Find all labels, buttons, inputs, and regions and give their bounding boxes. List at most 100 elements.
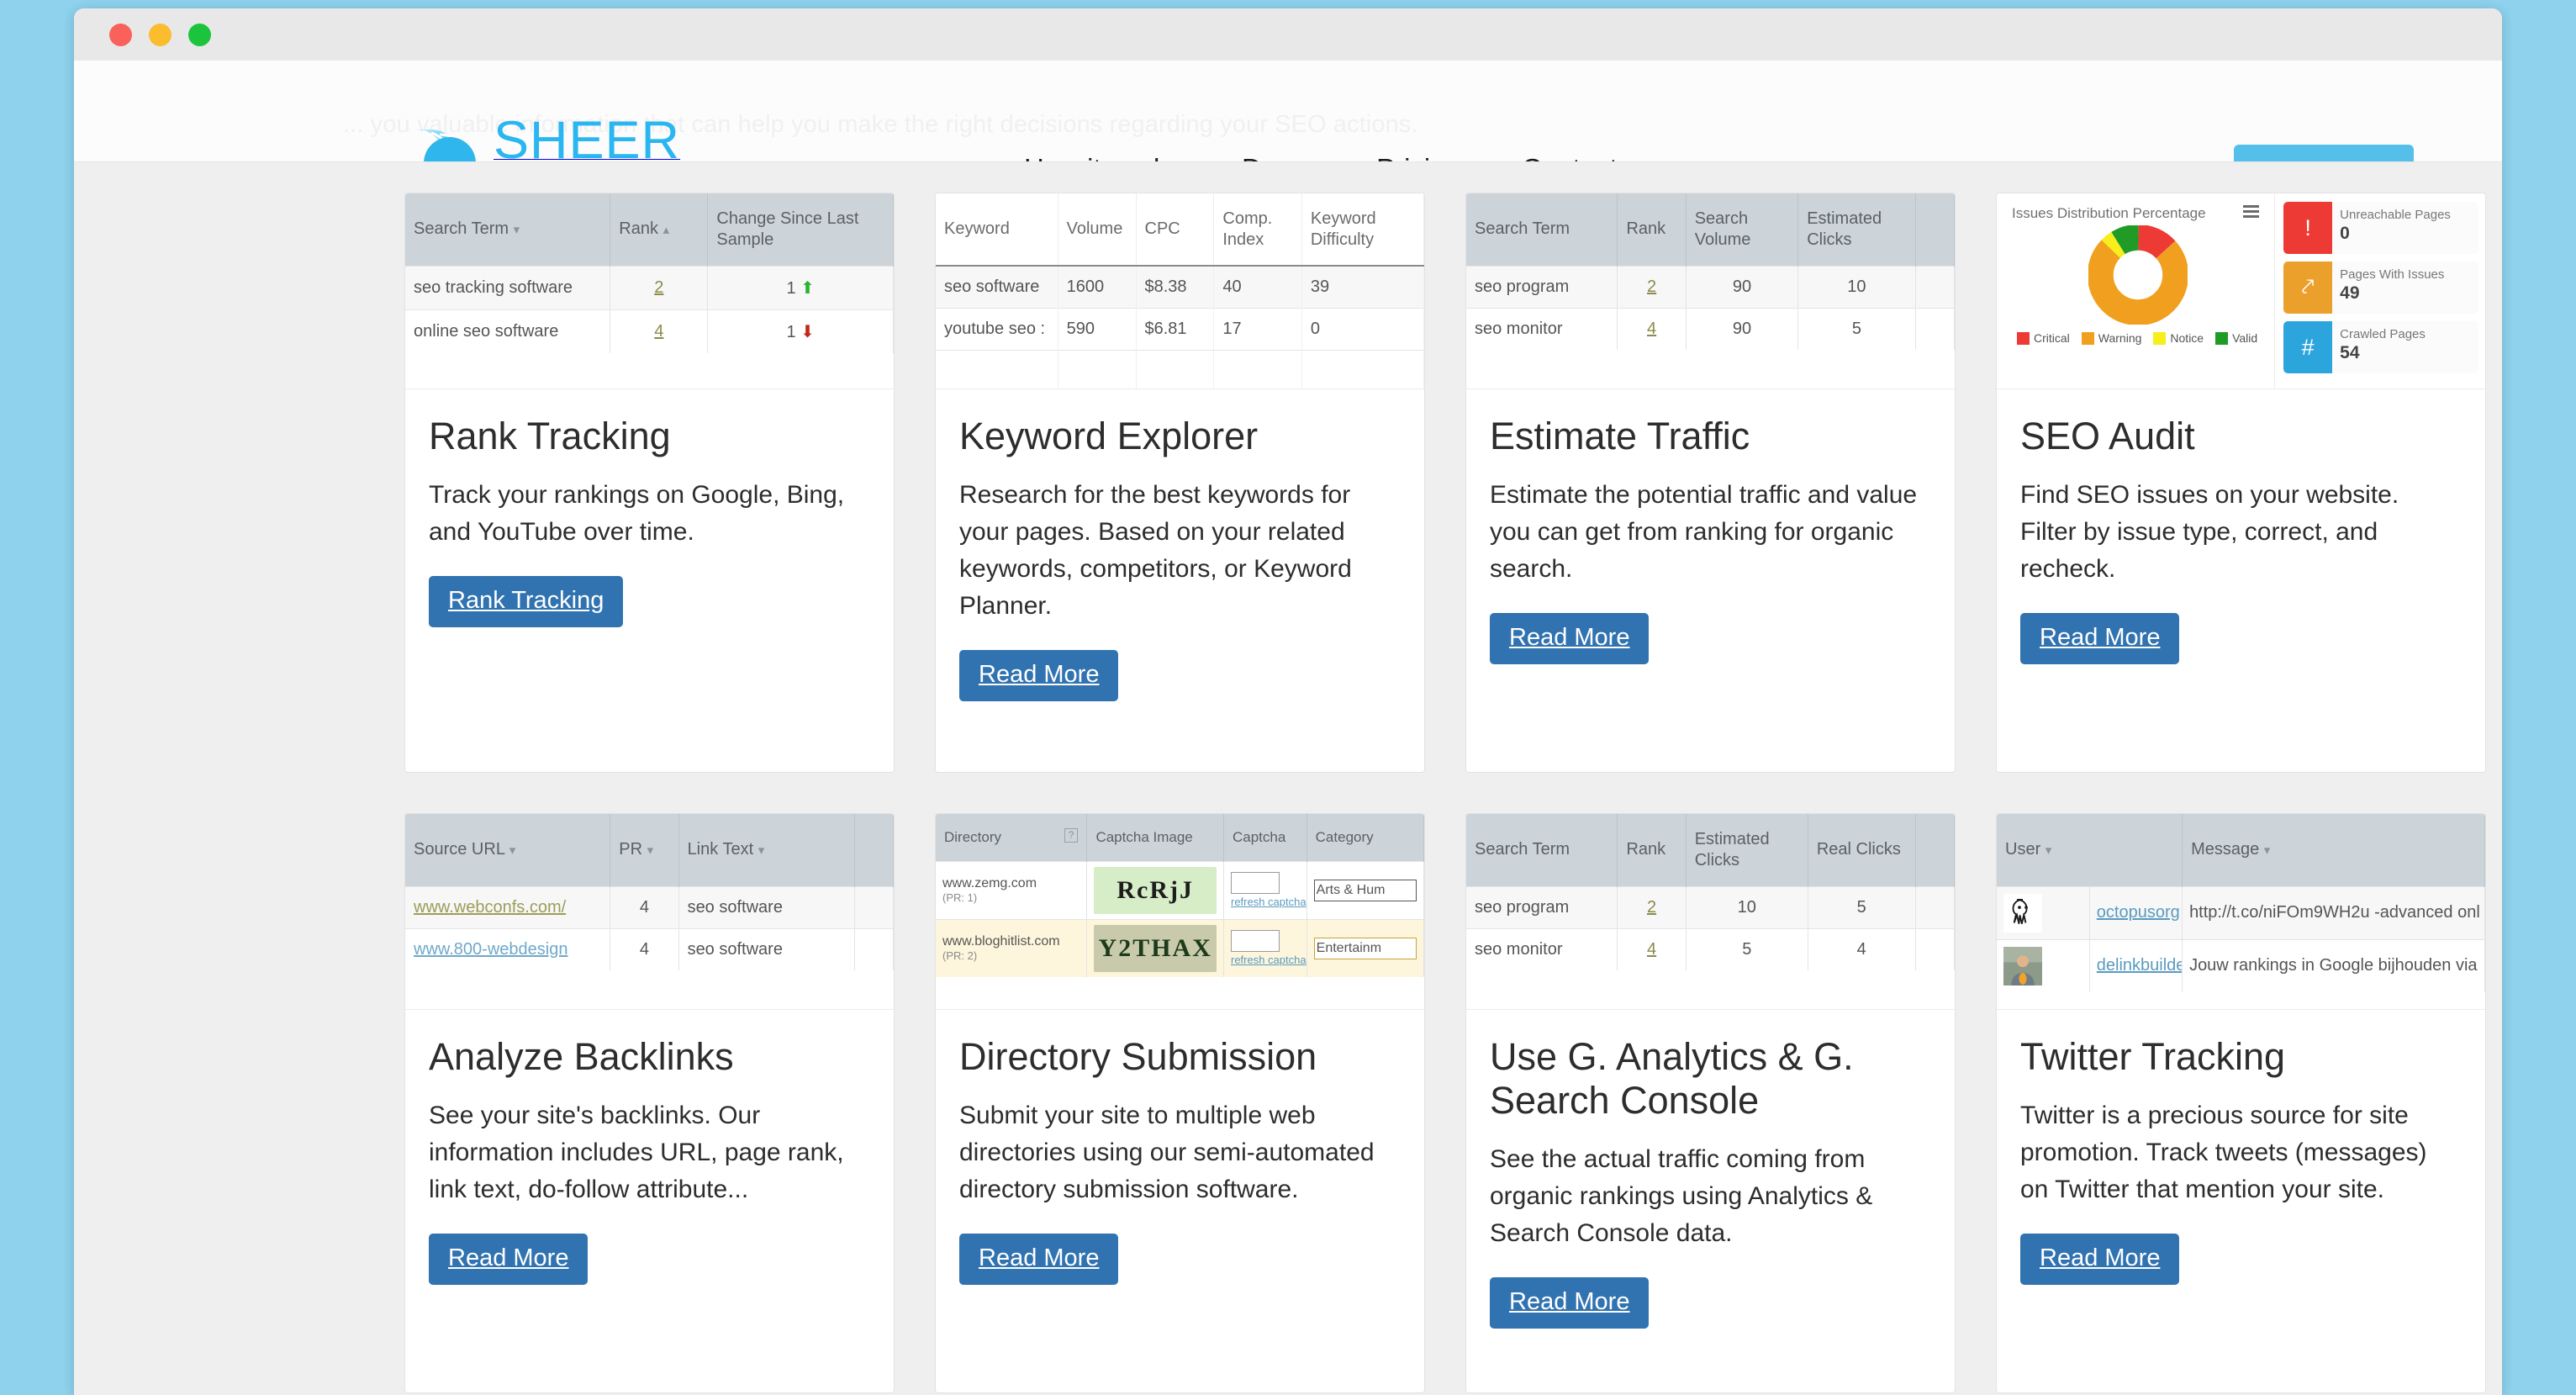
cell-rank[interactable]: 4 (610, 309, 709, 353)
estimate-traffic-preview: Search Term Rank Search Volume Estimated… (1466, 193, 1955, 389)
card-description: Submit your site to multiple web directo… (959, 1101, 1375, 1203)
refresh-captcha-link[interactable]: refresh captcha (1231, 896, 1306, 909)
login-link[interactable]: Login (2114, 157, 2214, 161)
table-header-rank[interactable]: Rank ▴ (610, 193, 709, 266)
directory-submission-read-more-button[interactable]: Read More (959, 1234, 1119, 1286)
site-logo[interactable]: SHEER SEO (398, 114, 680, 161)
stat-pages-with-issues[interactable]: ⤤ Pages With Issues 49 (2283, 262, 2478, 314)
nav-item-demo[interactable]: Demo (1242, 153, 1316, 161)
cell-user[interactable]: octopusorg (2089, 885, 2183, 939)
cell-captcha-image: RcRjJ (1086, 860, 1224, 919)
estimate-traffic-read-more-button[interactable]: Read More (1490, 613, 1650, 665)
feature-card-seo-audit[interactable]: Issues Distribution Percentage Critical … (1996, 193, 2486, 773)
user-plus-icon (2256, 161, 2283, 162)
cell-search-term: seo monitor (1466, 307, 1618, 350)
cell-rank[interactable]: 4 (1617, 927, 1687, 970)
table-row: delinkbuilder Jouw rankings in Google bi… (1997, 938, 2485, 992)
stat-unreachable-pages[interactable]: ! Unreachable Pages 0 (2283, 202, 2478, 254)
maximize-window-button[interactable] (188, 23, 211, 46)
cell-rank[interactable]: 2 (610, 265, 709, 309)
table-header-keyword[interactable]: Keyword (936, 193, 1058, 267)
cell-search-term: online seo software (405, 309, 611, 353)
nav-item-how-it-works[interactable]: How it works (1024, 153, 1181, 161)
table-header-pr[interactable]: PR ▾ (610, 814, 679, 886)
table-row: www.webconfs.com/ 4 seo software (405, 885, 894, 928)
table-header-change[interactable]: Change Since Last Sample (707, 193, 894, 266)
trend-icon: ⤤ (2283, 262, 2333, 314)
captcha-input[interactable] (1230, 929, 1280, 952)
cell-source-url[interactable]: www.800-webdesign (405, 927, 611, 970)
cell-user[interactable]: delinkbuilder (2089, 938, 2183, 992)
table-header-real-clicks[interactable]: Real Clicks (1808, 814, 1916, 886)
table-header-search-volume[interactable]: Search Volume (1686, 193, 1799, 266)
card-description: Track your rankings on Google, Bing, and… (429, 480, 845, 546)
cell-captcha-input[interactable]: refresh captcha (1223, 918, 1307, 977)
category-select[interactable]: Arts & Hum (1313, 879, 1417, 901)
rank-tracking-read-more-button[interactable]: Rank Tracking (429, 575, 624, 627)
feature-card-directory-submission[interactable]: Directory ? Captcha Image Captcha Catego… (935, 813, 1425, 1393)
cell-rank[interactable]: 4 (1617, 307, 1687, 350)
cell-pagerank: (PR: 1) (942, 891, 978, 904)
table-header-overflow (1915, 193, 1955, 266)
feature-card-rank-tracking[interactable]: Search Term ▾ Rank ▴ Change Since Last S… (404, 193, 895, 773)
cell-rank[interactable]: 2 (1617, 885, 1687, 928)
cell-estimated-clicks: 10 (1686, 885, 1808, 928)
signup-button[interactable]: Sign up (2234, 145, 2414, 162)
table-header-estimated-clicks[interactable]: Estimated Clicks (1686, 814, 1808, 886)
minimize-window-button[interactable] (149, 23, 172, 46)
cell-volume: 590 (1058, 308, 1137, 351)
cell-message: http://t.co/niFOm9WH2u -advanced onl (2182, 885, 2485, 939)
nav-item-contact[interactable]: Contact (1522, 153, 1618, 161)
table-header-message[interactable]: Message ▾ (2182, 814, 2485, 886)
feature-card-twitter-tracking[interactable]: User ▾ Message ▾ octopusorg http://t.co/… (1996, 813, 2486, 1393)
table-header-cpc[interactable]: CPC (1136, 193, 1215, 267)
stat-crawled-pages[interactable]: # Crawled Pages 54 (2283, 321, 2478, 373)
seo-audit-read-more-button[interactable]: Read More (2020, 613, 2180, 665)
table-header-estimated-clicks[interactable]: Estimated Clicks (1797, 193, 1916, 266)
category-select[interactable]: Entertainm (1313, 937, 1417, 959)
table-header-rank[interactable]: Rank (1617, 193, 1687, 266)
card-title: Estimate Traffic (1490, 415, 1750, 457)
card-body: Estimate Traffic Estimate the potential … (1466, 389, 1955, 665)
cell-link-text: seo software (678, 927, 855, 970)
table-header-search-term[interactable]: Search Term (1466, 814, 1618, 886)
feature-card-analyze-backlinks[interactable]: Source URL ▾ PR ▾ Link Text ▾ www.webcon… (404, 813, 895, 1393)
cell-overflow (854, 885, 894, 928)
cell-search-term: seo program (1466, 265, 1618, 308)
cell-source-url[interactable]: www.webconfs.com/ (405, 885, 611, 928)
google-analytics-read-more-button[interactable]: Read More (1490, 1276, 1650, 1329)
table-header-volume[interactable]: Volume (1058, 193, 1137, 267)
cell-captcha-input[interactable]: refresh captcha (1223, 860, 1307, 919)
table-header-source-url[interactable]: Source URL ▾ (405, 814, 611, 886)
cell-captcha-image: Y2THAX (1086, 918, 1224, 977)
nav-item-pricing[interactable]: Pricing (1376, 153, 1461, 161)
table-row-partial (936, 350, 1424, 388)
table-header-user[interactable]: User ▾ (1997, 814, 2183, 886)
arrow-up-icon: ⬆ (800, 278, 815, 298)
cell-overflow (1915, 885, 1955, 928)
close-window-button[interactable] (109, 23, 132, 46)
card-body: Keyword Explorer Research for the best k… (936, 389, 1424, 702)
table-header-directory[interactable]: Directory ? (936, 814, 1088, 861)
cell-category[interactable]: Arts & Hum (1306, 860, 1424, 919)
captcha-input[interactable] (1230, 871, 1280, 894)
keyword-explorer-read-more-button[interactable]: Read More (959, 650, 1119, 702)
table-header-keyword-difficulty[interactable]: Keyword Difficulty (1301, 193, 1424, 267)
chart-menu-icon[interactable] (2243, 205, 2260, 218)
feature-card-google-analytics[interactable]: Search Term Rank Estimated Clicks Real C… (1465, 813, 1956, 1393)
twitter-tracking-read-more-button[interactable]: Read More (2020, 1234, 2180, 1286)
card-title: Use G. Analytics & G. Search Console (1490, 1035, 1854, 1122)
table-header-comp-index[interactable]: Comp. Index (1213, 193, 1302, 267)
issues-distribution-chart: Issues Distribution Percentage Critical … (1997, 193, 2276, 388)
feature-card-estimate-traffic[interactable]: Search Term Rank Search Volume Estimated… (1465, 193, 1956, 773)
cell-rank[interactable]: 2 (1617, 265, 1687, 308)
feature-card-keyword-explorer[interactable]: Keyword Volume CPC Comp. Index Keyword D… (935, 193, 1425, 773)
help-icon[interactable]: ? (1064, 828, 1079, 843)
cell-category[interactable]: Entertainm (1306, 918, 1424, 977)
table-header-search-term[interactable]: Search Term ▾ (405, 193, 611, 266)
refresh-captcha-link[interactable]: refresh captcha (1231, 954, 1306, 967)
table-header-search-term[interactable]: Search Term (1466, 193, 1618, 266)
analyze-backlinks-read-more-button[interactable]: Read More (429, 1234, 589, 1286)
table-header-rank[interactable]: Rank (1617, 814, 1687, 886)
table-header-link-text[interactable]: Link Text ▾ (678, 814, 855, 886)
